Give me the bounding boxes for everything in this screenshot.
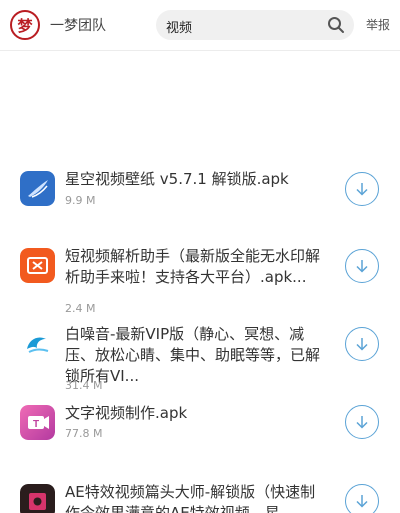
list-item[interactable]: 星空视频壁纸 v5.7.1 解锁版.apk 9.9 M <box>0 168 400 218</box>
list-item[interactable]: T 文字视频制作.apk 77.8 M <box>0 402 400 452</box>
app-title[interactable]: AE特效视频篇头大师-解锁版（快速制作令效果满意的AE特效视频，星 <box>65 482 320 513</box>
download-button[interactable] <box>345 405 379 439</box>
download-button[interactable] <box>345 172 379 206</box>
list-item[interactable]: 白噪音-最新VIP版（静心、冥想、减压、放松心睛、集中、助眠等等，已解锁所有VI… <box>0 324 400 396</box>
search-box[interactable]: 视频 <box>156 10 354 40</box>
download-arrow-icon <box>356 416 368 429</box>
app-title[interactable]: 文字视频制作.apk <box>65 403 320 424</box>
download-arrow-icon <box>356 183 368 196</box>
top-bar: 梦 一梦团队 视频 举报 <box>0 0 400 51</box>
wave-icon <box>20 327 55 362</box>
app-title[interactable]: 白噪音-最新VIP版（静心、冥想、减压、放松心睛、集中、助眠等等，已解锁所有VI… <box>65 324 320 387</box>
list-item[interactable]: AE特效视频篇头大师-解锁版（快速制作令效果满意的AE特效视频，星 <box>0 482 400 513</box>
video-parse-icon <box>20 248 55 283</box>
search-input[interactable]: 视频 <box>166 17 192 36</box>
download-button[interactable] <box>345 327 379 361</box>
app-size: 2.4 M <box>65 302 96 315</box>
app-title[interactable]: 星空视频壁纸 v5.7.1 解锁版.apk <box>65 169 320 190</box>
download-button[interactable] <box>345 484 379 513</box>
app-size: 9.9 M <box>65 194 96 207</box>
download-arrow-icon <box>356 495 368 508</box>
search-icon[interactable] <box>326 15 346 35</box>
download-button[interactable] <box>345 249 379 283</box>
bird-wing-icon <box>20 171 55 206</box>
download-arrow-icon <box>356 338 368 351</box>
logo[interactable]: 梦 <box>10 10 40 40</box>
brand-name[interactable]: 一梦团队 <box>50 15 106 35</box>
film-icon <box>20 484 55 513</box>
svg-text:T: T <box>33 419 39 430</box>
app-size: 77.8 M <box>65 427 103 440</box>
text-video-icon: T <box>20 405 55 440</box>
app-title[interactable]: 短视频解析助手（最新版全能无水印解析助手来啦！支持各大平台）.apk... <box>65 246 320 288</box>
report-link[interactable]: 举报 <box>366 16 390 33</box>
download-arrow-icon <box>356 260 368 273</box>
app-size: 31.4 M <box>65 379 103 392</box>
list-item[interactable]: 短视频解析助手（最新版全能无水印解析助手来啦！支持各大平台）.apk... 2.… <box>0 246 400 318</box>
